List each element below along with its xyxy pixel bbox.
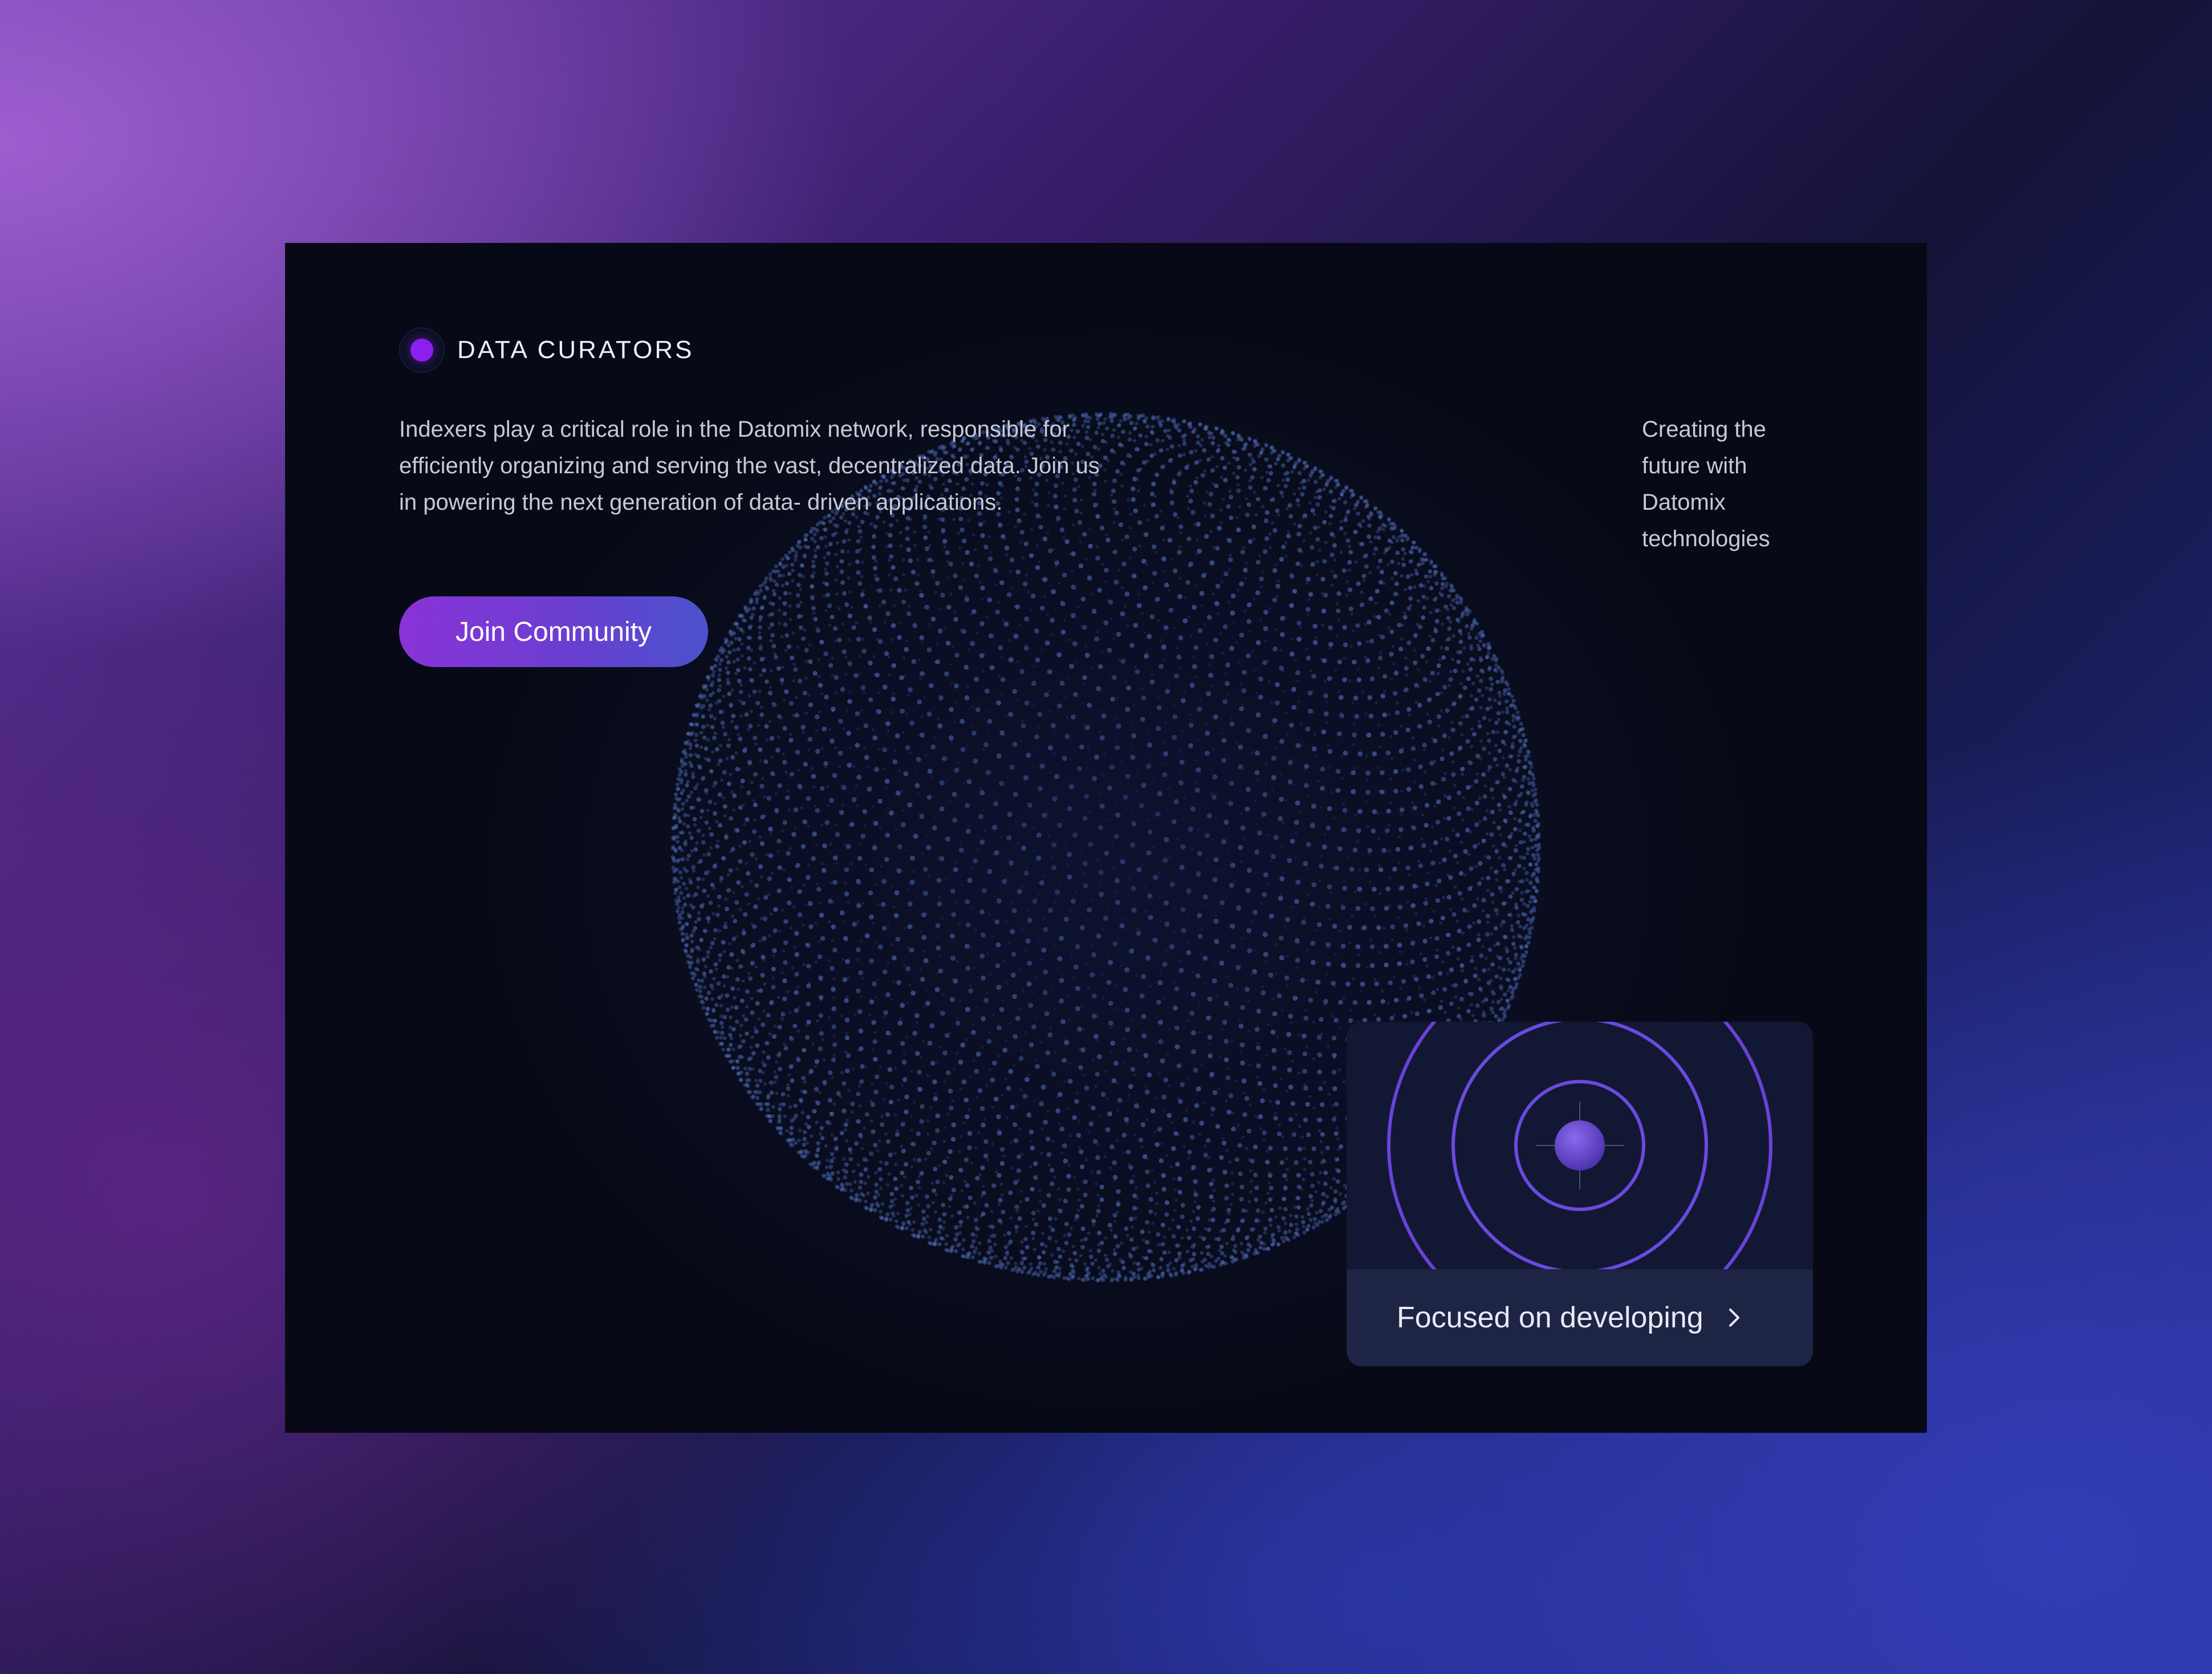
section-tag: DATA CURATORS <box>399 327 694 373</box>
feature-card-label: Focused on developing <box>1397 1301 1703 1334</box>
hero-card: DATA CURATORS Indexers play a critical r… <box>285 243 1927 1433</box>
tag-dot-icon <box>399 327 445 373</box>
target-rings-graphic <box>1347 1022 1813 1269</box>
feature-card[interactable]: Focused on developing <box>1347 1022 1813 1366</box>
feature-card-footer[interactable]: Focused on developing <box>1347 1269 1813 1366</box>
join-community-button[interactable]: Join Community <box>399 596 708 667</box>
section-description: Indexers play a critical role in the Dat… <box>399 417 1100 515</box>
side-caption: Creating the future with Datomix technol… <box>1642 417 1770 551</box>
section-tag-label: DATA CURATORS <box>457 336 694 364</box>
chevron-right-icon <box>1723 1306 1746 1329</box>
